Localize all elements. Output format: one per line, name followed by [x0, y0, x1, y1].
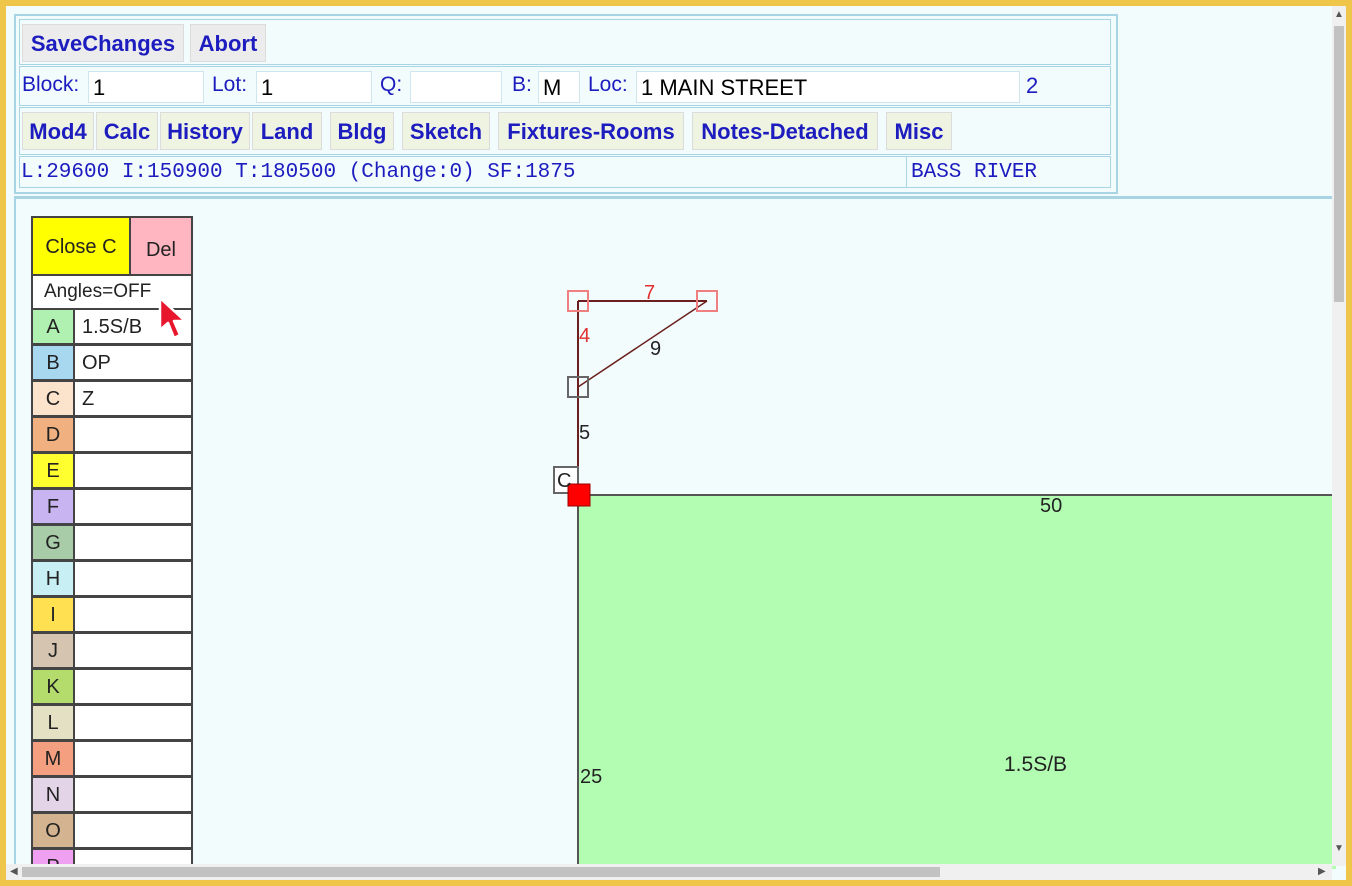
palette-code-k[interactable] [73, 668, 193, 705]
tab-misc[interactable]: Misc [886, 112, 952, 150]
area-a-polygon[interactable] [577, 494, 1336, 869]
dimension-label-left-mid: 5 [579, 422, 590, 444]
palette-letter-a[interactable]: A [31, 308, 75, 345]
valuation-row: L:29600 I:150900 T:180500 (Change:0) SF:… [19, 156, 1111, 188]
palette-letter-c[interactable]: C [31, 380, 75, 417]
palette-code-l[interactable] [73, 704, 193, 741]
tab-notes-detached[interactable]: Notes-Detached [692, 112, 878, 150]
palette-code-c[interactable]: Z [73, 380, 193, 417]
dimension-label-left-upper: 4 [579, 325, 590, 347]
palette-code-g[interactable] [73, 524, 193, 561]
location-field[interactable]: 1 MAIN STREET [636, 71, 1020, 103]
palette-code-f[interactable] [73, 488, 193, 525]
dimension-label-top: 7 [644, 282, 655, 304]
scroll-left-arrow-icon[interactable]: ◀ [10, 867, 18, 877]
mouse-cursor-icon [158, 296, 187, 340]
palette-letter-b[interactable]: B [31, 344, 75, 381]
sketch-edge-diagonal [577, 300, 708, 388]
palette-letter-f[interactable]: F [31, 488, 75, 525]
town-name: BASS RIVER [911, 161, 1038, 184]
vertical-scrollbar[interactable]: ▲ ▼ [1332, 6, 1346, 866]
scroll-up-arrow-icon[interactable]: ▲ [1334, 10, 1344, 20]
palette-letter-n[interactable]: N [31, 776, 75, 813]
tab-fixtures-rooms[interactable]: Fixtures-Rooms [498, 112, 684, 150]
palette-code-e[interactable] [73, 452, 193, 489]
tab-sketch[interactable]: Sketch [402, 112, 490, 150]
palette-letter-e[interactable]: E [31, 452, 75, 489]
palette-letter-d[interactable]: D [31, 416, 75, 453]
scroll-down-arrow-icon[interactable]: ▼ [1334, 844, 1344, 854]
horizontal-scrollbar[interactable]: ◀ ▶ [6, 864, 1332, 880]
close-c-button[interactable]: Close C [31, 216, 131, 276]
q-field[interactable] [410, 71, 502, 103]
palette-code-m[interactable] [73, 740, 193, 777]
tab-calc[interactable]: Calc [96, 112, 158, 150]
scroll-right-arrow-icon[interactable]: ▶ [1318, 867, 1326, 877]
palette-code-i[interactable] [73, 596, 193, 633]
sketch-canvas[interactable]: 7 4 9 5 C 50 25 1.5S/B [16, 199, 1336, 869]
dimension-label-area-top: 50 [1040, 495, 1062, 517]
corner-c-label: C [557, 470, 571, 492]
palette-code-d[interactable] [73, 416, 193, 453]
save-changes-button[interactable]: SaveChanges [22, 24, 184, 62]
nav-bar: Mod4 Calc History Land Bldg Sketch Fixtu… [19, 107, 1111, 155]
valuation-summary: L:29600 I:150900 T:180500 (Change:0) SF:… [21, 161, 576, 184]
block-field[interactable]: 1 [88, 71, 204, 103]
dimension-label-diagonal: 9 [650, 338, 661, 360]
q-label: Q: [380, 73, 403, 96]
delete-button[interactable]: Del [129, 216, 193, 276]
b-label: B: [512, 73, 532, 96]
palette-code-o[interactable] [73, 812, 193, 849]
palette-code-h[interactable] [73, 560, 193, 597]
palette-letter-i[interactable]: I [31, 596, 75, 633]
tab-bldg[interactable]: Bldg [330, 112, 394, 150]
app-window: SaveChanges Abort Block: 1 Lot: 1 Q: B: … [6, 6, 1346, 880]
parcel-fields-row: Block: 1 Lot: 1 Q: B: M Loc: 1 MAIN STRE… [19, 66, 1111, 106]
tab-mod4[interactable]: Mod4 [22, 112, 94, 150]
palette-letter-m[interactable]: M [31, 740, 75, 777]
dimension-label-area-left: 25 [580, 766, 602, 788]
palette-letter-h[interactable]: H [31, 560, 75, 597]
tab-history[interactable]: History [160, 112, 250, 150]
palette-letter-j[interactable]: J [31, 632, 75, 669]
property-header-form: SaveChanges Abort Block: 1 Lot: 1 Q: B: … [14, 14, 1118, 194]
palette-letter-k[interactable]: K [31, 668, 75, 705]
palette-letter-l[interactable]: L [31, 704, 75, 741]
area-code-label: 1.5S/B [1004, 753, 1067, 776]
vertical-scroll-thumb[interactable] [1334, 26, 1344, 302]
horizontal-scroll-thumb[interactable] [22, 867, 940, 877]
sketch-workspace: 7 4 9 5 C 50 25 1.5S/B Close C Del Angle… [14, 196, 1336, 869]
valuation-cell: L:29600 I:150900 T:180500 (Change:0) SF:… [20, 157, 907, 187]
palette-letter-g[interactable]: G [31, 524, 75, 561]
abort-button[interactable]: Abort [190, 24, 266, 62]
card-number: 2 [1026, 73, 1039, 98]
palette-code-n[interactable] [73, 776, 193, 813]
lot-label: Lot: [212, 73, 248, 96]
palette-code-b[interactable]: OP [73, 344, 193, 381]
block-label: Block: [22, 73, 80, 96]
action-bar: SaveChanges Abort [19, 19, 1111, 65]
lot-field[interactable]: 1 [256, 71, 372, 103]
palette-letter-o[interactable]: O [31, 812, 75, 849]
loc-label: Loc: [588, 73, 628, 96]
b-field[interactable]: M [538, 71, 580, 103]
palette-code-j[interactable] [73, 632, 193, 669]
tab-land[interactable]: Land [252, 112, 322, 150]
